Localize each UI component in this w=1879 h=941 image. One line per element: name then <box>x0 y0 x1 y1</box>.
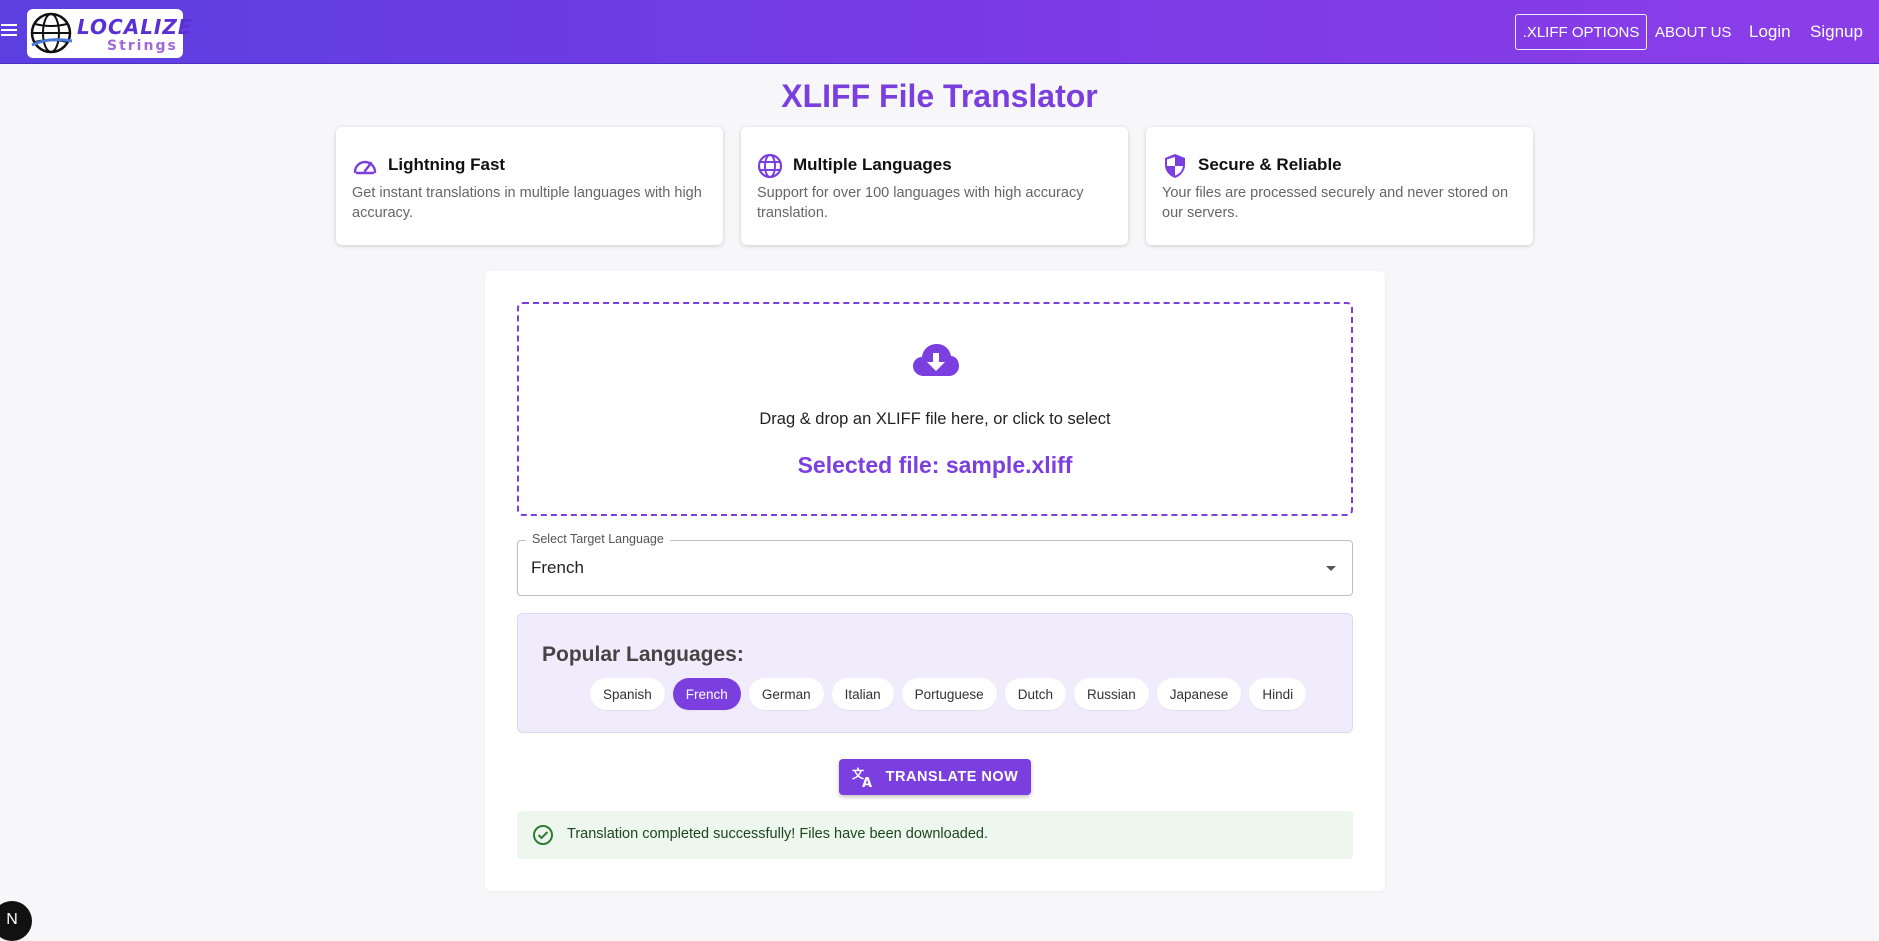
language-chip-russian[interactable]: Russian <box>1073 678 1149 710</box>
speedometer-icon <box>353 160 377 175</box>
language-chips: Spanish French German Italian Portuguese… <box>590 678 1307 710</box>
select-value: French <box>531 558 584 577</box>
chevron-down-icon <box>1326 566 1336 571</box>
language-chip-japanese[interactable]: Japanese <box>1156 678 1242 710</box>
alert-message: Translation completed successfully! File… <box>567 826 989 842</box>
svg-text:A: A <box>862 776 873 788</box>
check-circle-icon <box>533 825 553 845</box>
file-dropzone[interactable]: Drag & drop an XLIFF file here, or click… <box>517 302 1353 516</box>
shield-icon <box>1165 154 1185 178</box>
logo[interactable]: LOCALIZE Strings <box>27 9 192 58</box>
translate-icon: 文 A <box>852 766 873 788</box>
menu-icon[interactable] <box>0 21 18 43</box>
feature-title: Multiple Languages <box>793 155 952 174</box>
selected-file-name: Selected file: sample.xliff <box>797 452 1073 478</box>
feature-description: Get instant translations in multiple lan… <box>352 185 702 221</box>
popular-languages-title: Popular Languages: <box>542 643 744 666</box>
login-link[interactable]: Login <box>1749 14 1791 50</box>
logo-subtext: Strings <box>107 38 178 54</box>
feature-title: Secure & Reliable <box>1198 155 1342 174</box>
page-title: XLIFF File Translator <box>781 78 1098 114</box>
language-chip-dutch[interactable]: Dutch <box>1004 678 1066 710</box>
language-chip-french[interactable]: French <box>672 678 741 710</box>
feature-card-languages: Multiple Languages Support for over 100 … <box>741 127 1128 245</box>
signup-link[interactable]: Signup <box>1810 14 1863 50</box>
dev-tools-badge[interactable]: N <box>0 901 32 941</box>
about-us-link[interactable]: ABOUT US <box>1655 14 1731 50</box>
dropzone-instruction: Drag & drop an XLIFF file here, or click… <box>759 410 1111 428</box>
target-language-select[interactable]: Select Target Language French <box>517 532 1353 596</box>
language-chip-italian[interactable]: Italian <box>831 678 894 710</box>
select-label: Select Target Language <box>526 532 670 546</box>
feature-card-fast: Lightning Fast Get instant translations … <box>336 127 723 245</box>
app-header: LOCALIZE Strings .XLIFF OPTIONS ABOUT US… <box>0 0 1879 64</box>
globe-logo-icon <box>30 12 73 54</box>
globe-icon <box>757 153 783 179</box>
language-chip-portuguese[interactable]: Portuguese <box>901 678 997 710</box>
language-chip-german[interactable]: German <box>748 678 824 710</box>
translate-now-label: TRANSLATE NOW <box>885 769 1019 785</box>
translate-now-button[interactable]: 文 A TRANSLATE NOW <box>839 759 1031 795</box>
language-chip-spanish[interactable]: Spanish <box>590 678 665 710</box>
feature-title: Lightning Fast <box>388 155 506 174</box>
feature-description: Your files are processed securely and ne… <box>1162 185 1509 221</box>
feature-card-secure: Secure & Reliable Your files are process… <box>1146 127 1533 245</box>
language-chip-hindi[interactable]: Hindi <box>1249 678 1307 710</box>
xliff-options-button[interactable]: .XLIFF OPTIONS <box>1515 14 1647 50</box>
cloud-download-icon <box>913 344 959 376</box>
logo-text: LOCALIZE <box>77 15 193 39</box>
popular-languages: Popular Languages: Spanish French German… <box>517 613 1353 733</box>
feature-description: Support for over 100 languages with high… <box>757 185 1084 221</box>
success-alert: Translation completed successfully! File… <box>517 811 1353 859</box>
